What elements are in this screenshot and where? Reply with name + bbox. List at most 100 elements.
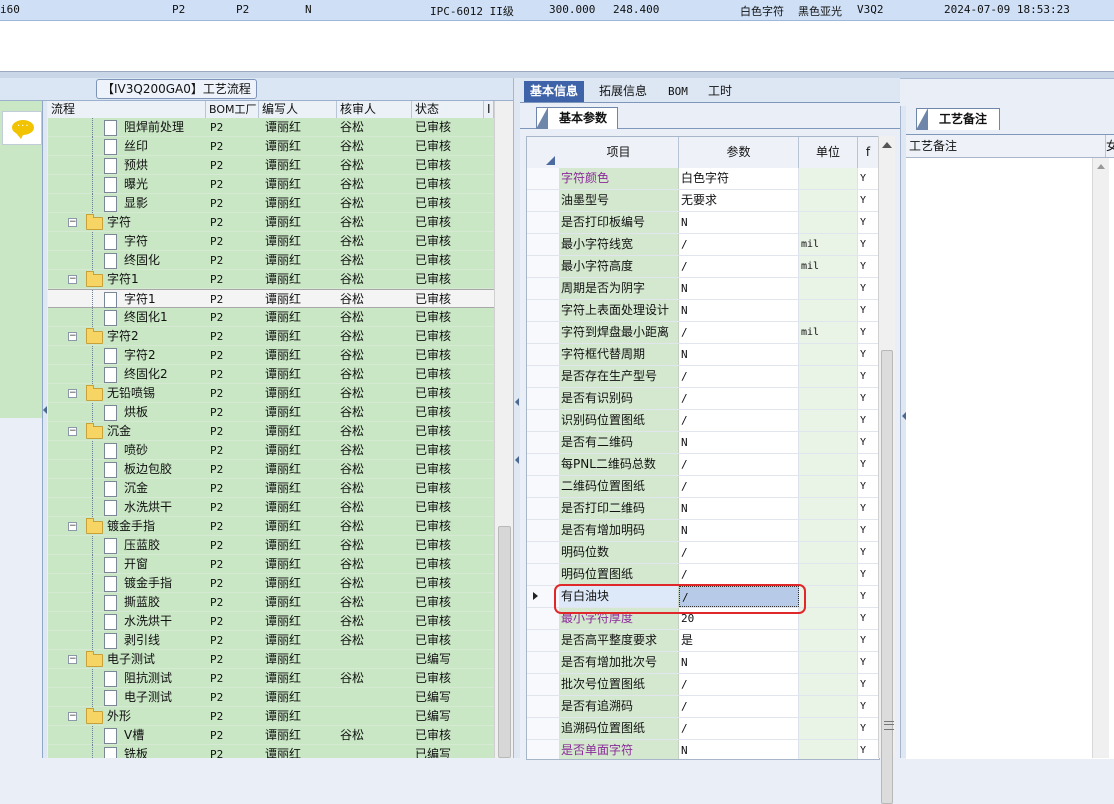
parameter-value[interactable]: N bbox=[679, 212, 799, 233]
parameter-column-header[interactable]: f bbox=[858, 137, 879, 168]
collapse-arrow-icon[interactable] bbox=[515, 456, 519, 464]
parameter-value[interactable]: / bbox=[679, 388, 799, 409]
tree-folder-row[interactable]: − 字符2 P2 谭丽红 谷松 已审核 bbox=[48, 327, 494, 346]
parameter-value[interactable]: N bbox=[679, 344, 799, 365]
row-header[interactable] bbox=[527, 410, 560, 431]
scroll-up-icon[interactable] bbox=[882, 142, 892, 148]
row-header[interactable] bbox=[527, 366, 560, 387]
row-header[interactable] bbox=[527, 432, 560, 453]
parameter-value[interactable]: / bbox=[679, 696, 799, 717]
tree-row[interactable]: 预烘 P2 谭丽红 谷松 已审核 bbox=[48, 156, 494, 175]
parameter-row[interactable]: 字符框代替周期 N Y bbox=[527, 344, 879, 366]
row-header[interactable] bbox=[527, 212, 560, 233]
parameter-column-header[interactable]: 单位 bbox=[799, 137, 858, 168]
parameter-column-header[interactable]: 项目 bbox=[559, 137, 679, 168]
parameter-row[interactable]: 明码位数 / Y bbox=[527, 542, 879, 564]
row-header[interactable] bbox=[527, 674, 560, 695]
tab-bom[interactable]: BOM bbox=[662, 81, 694, 102]
row-header[interactable] bbox=[527, 542, 560, 563]
middle-splitter[interactable] bbox=[513, 78, 520, 758]
parameter-value[interactable]: N bbox=[679, 498, 799, 519]
remarks-column2-header[interactable]: 女 bbox=[1106, 135, 1114, 157]
row-header[interactable] bbox=[527, 520, 560, 541]
scroll-up-icon[interactable] bbox=[1097, 164, 1105, 169]
flow-column-header[interactable]: 流程 bbox=[48, 101, 206, 118]
parameter-row[interactable]: 是否有增加明码 N Y bbox=[527, 520, 879, 542]
parameter-row[interactable]: 最小字符线宽 / mil Y bbox=[527, 234, 879, 256]
tree-row[interactable]: V槽 P2 谭丽红 谷松 已审核 bbox=[48, 726, 494, 745]
tree-folder-row[interactable]: − 无铅喷锡 P2 谭丽红 谷松 已审核 bbox=[48, 384, 494, 403]
tree-row[interactable]: 水洗烘干 P2 谭丽红 谷松 已审核 bbox=[48, 498, 494, 517]
select-all-corner-icon[interactable] bbox=[546, 156, 555, 165]
parameter-value[interactable]: / bbox=[679, 366, 799, 387]
parameter-value[interactable]: N bbox=[679, 278, 799, 299]
parameter-row[interactable]: 是否有增加批次号 N Y bbox=[527, 652, 879, 674]
parameter-value[interactable]: / bbox=[679, 564, 799, 585]
scroll-thumb[interactable] bbox=[881, 350, 894, 804]
tab-work-hours[interactable]: 工时 bbox=[702, 81, 738, 102]
parameter-row[interactable]: 油墨型号 无要求 Y bbox=[527, 190, 879, 212]
collapse-left-icon[interactable] bbox=[43, 406, 47, 414]
tab-basic-info[interactable]: 基本信息 bbox=[524, 81, 585, 102]
tree-row[interactable]: 曝光 P2 谭丽红 谷松 已审核 bbox=[48, 175, 494, 194]
collapse-toggle-icon[interactable]: − bbox=[68, 275, 77, 284]
left-splitter[interactable] bbox=[43, 101, 47, 758]
parameter-row[interactable]: 二维码位置图纸 / Y bbox=[527, 476, 879, 498]
row-header[interactable] bbox=[527, 388, 560, 409]
tree-row[interactable]: 阻焊前处理 P2 谭丽红 谷松 已审核 bbox=[48, 118, 494, 137]
parameter-row[interactable]: 是否打印二维码 N Y bbox=[527, 498, 879, 520]
parameter-row[interactable]: 是否有识别码 / Y bbox=[527, 388, 879, 410]
tree-row[interactable]: 终固化2 P2 谭丽红 谷松 已审核 bbox=[48, 365, 494, 384]
tree-row[interactable]: 沉金 P2 谭丽红 谷松 已审核 bbox=[48, 479, 494, 498]
parameter-value[interactable]: / bbox=[679, 256, 799, 277]
parameter-row[interactable]: 周期是否为阴字 N Y bbox=[527, 278, 879, 300]
tree-row[interactable]: 丝印 P2 谭丽红 谷松 已审核 bbox=[48, 137, 494, 156]
flow-grid-scrollbar[interactable] bbox=[494, 101, 513, 758]
tree-row[interactable]: 电子测试 P2 谭丽红 已编写 bbox=[48, 688, 494, 707]
tab-basic-params[interactable]: 基本参数 bbox=[536, 107, 619, 129]
tree-row[interactable]: 显影 P2 谭丽红 谷松 已审核 bbox=[48, 194, 494, 213]
collapse-toggle-icon[interactable]: − bbox=[68, 332, 77, 341]
parameter-value[interactable]: N bbox=[679, 520, 799, 541]
row-header[interactable] bbox=[527, 344, 560, 365]
parameter-value[interactable]: / bbox=[679, 674, 799, 695]
parameter-row[interactable]: 明码位置图纸 / Y bbox=[527, 564, 879, 586]
flow-column-header[interactable]: I bbox=[484, 101, 494, 118]
row-header[interactable] bbox=[527, 498, 560, 519]
flow-column-header[interactable]: BOM工厂 bbox=[206, 101, 259, 118]
parameter-row[interactable]: 字符颜色 白色字符 Y bbox=[527, 168, 879, 190]
parameter-value[interactable]: / bbox=[679, 542, 799, 563]
row-header[interactable] bbox=[527, 630, 560, 651]
parameter-value[interactable]: / bbox=[679, 718, 799, 739]
parameter-row[interactable]: 是否有二维码 N Y bbox=[527, 432, 879, 454]
row-header[interactable] bbox=[527, 168, 560, 189]
row-header[interactable] bbox=[527, 696, 560, 717]
parameters-scrollbar[interactable] bbox=[878, 136, 895, 804]
tree-row[interactable]: 烘板 P2 谭丽红 谷松 已审核 bbox=[48, 403, 494, 422]
row-header[interactable] bbox=[527, 300, 560, 321]
parameter-value[interactable]: 是 bbox=[679, 630, 799, 651]
tree-row[interactable]: 开窗 P2 谭丽红 谷松 已审核 bbox=[48, 555, 494, 574]
tree-folder-row[interactable]: − 字符 P2 谭丽红 谷松 已审核 bbox=[48, 213, 494, 232]
parameter-value[interactable]: / bbox=[679, 234, 799, 255]
collapse-toggle-icon[interactable]: − bbox=[68, 655, 77, 664]
tree-row[interactable]: 压蓝胶 P2 谭丽红 谷松 已审核 bbox=[48, 536, 494, 555]
tree-row[interactable]: 铣板 P2 谭丽红 已编写 bbox=[48, 745, 494, 758]
parameter-column-header[interactable]: 参数 bbox=[679, 137, 799, 168]
tree-row[interactable]: 喷砂 P2 谭丽红 谷松 已审核 bbox=[48, 441, 494, 460]
tree-row[interactable]: 终固化1 P2 谭丽红 谷松 已审核 bbox=[48, 308, 494, 327]
tree-row[interactable]: 字符1 P2 谭丽红 谷松 已审核 bbox=[48, 289, 494, 309]
row-header[interactable] bbox=[527, 652, 560, 673]
tree-folder-row[interactable]: − 沉金 P2 谭丽红 谷松 已审核 bbox=[48, 422, 494, 441]
tree-folder-row[interactable]: − 外形 P2 谭丽红 已编写 bbox=[48, 707, 494, 726]
flow-column-header[interactable]: 状态 bbox=[412, 101, 484, 118]
row-header[interactable] bbox=[527, 256, 560, 277]
parameter-value[interactable]: / bbox=[679, 476, 799, 497]
tree-row[interactable]: 阻抗测试 P2 谭丽红 谷松 已审核 bbox=[48, 669, 494, 688]
row-header[interactable] bbox=[527, 740, 560, 759]
collapse-toggle-icon[interactable]: − bbox=[68, 427, 77, 436]
row-header[interactable] bbox=[527, 454, 560, 475]
parameter-value[interactable]: 白色字符 bbox=[679, 168, 799, 189]
row-header[interactable] bbox=[527, 190, 560, 211]
tree-folder-row[interactable]: − 字符1 P2 谭丽红 谷松 已审核 bbox=[48, 270, 494, 289]
